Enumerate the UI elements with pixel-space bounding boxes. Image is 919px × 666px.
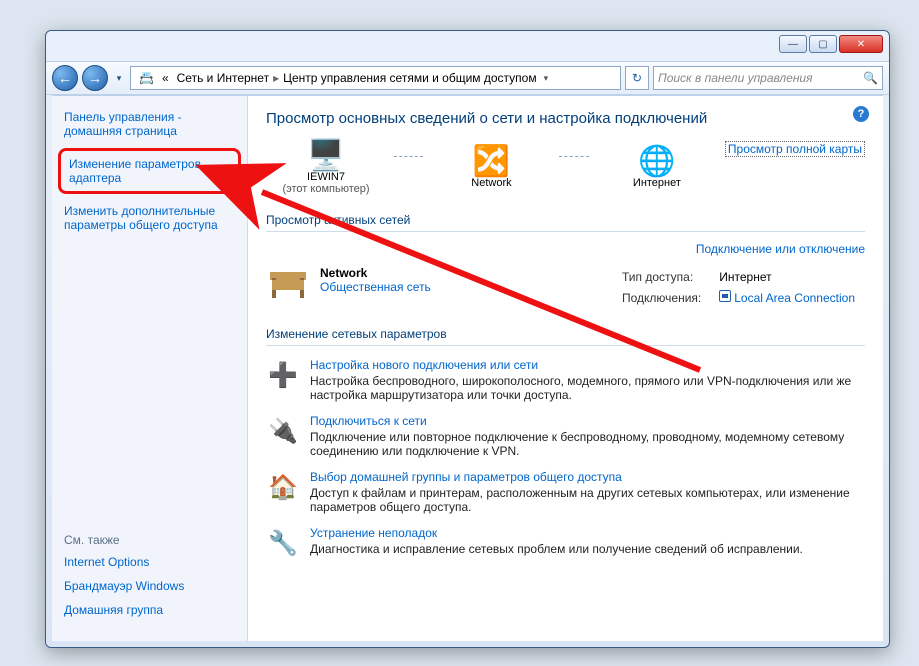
task-connect-network-desc: Подключение или повторное подключение к …: [310, 430, 865, 458]
network-name: Network: [320, 266, 431, 280]
network-map: 🖥️ IEWIN7 (этот компьютер) 🔀 Network 🌐 И…: [266, 141, 865, 195]
access-type-value: Интернет: [711, 268, 863, 286]
titlebar: — ▢ ✕: [46, 31, 889, 61]
breadcrumb-sharing-center[interactable]: Центр управления сетями и общим доступом: [279, 71, 541, 85]
breadcrumb-icon: 📇: [135, 71, 158, 85]
active-network-block: Network Общественная сеть Тип доступа: И…: [266, 266, 865, 309]
content-pane: ? Просмотр основных сведений о сети и на…: [248, 96, 883, 641]
forward-button[interactable]: →: [82, 65, 108, 91]
map-internet-name: Интернет: [633, 177, 681, 189]
troubleshoot-icon: 🔧: [266, 526, 300, 560]
sidebar: Панель управления - домашняя страница Из…: [52, 96, 248, 641]
globe-icon: 🌐: [638, 147, 675, 177]
change-settings-heading: Изменение сетевых параметров: [266, 327, 865, 341]
active-networks-heading: Просмотр активных сетей: [266, 213, 865, 227]
task-troubleshoot-link[interactable]: Устранение неполадок: [310, 526, 865, 540]
map-internet: 🌐 Интернет: [597, 147, 717, 189]
map-pc-name: IEWIN7: [307, 171, 345, 183]
close-button[interactable]: ✕: [839, 35, 883, 53]
breadcrumb-network[interactable]: Сеть и Интернет: [173, 71, 273, 85]
network-type-link[interactable]: Общественная сеть: [320, 280, 431, 294]
help-icon[interactable]: ?: [853, 106, 869, 122]
task-connect-network-link[interactable]: Подключиться к сети: [310, 414, 865, 428]
network-icon: 🔀: [473, 147, 510, 177]
sidebar-adapter-settings-link[interactable]: Изменение параметров адаптера: [58, 148, 241, 194]
map-pc-sub: (этот компьютер): [282, 183, 369, 195]
sidebar-firewall-link[interactable]: Брандмауэр Windows: [64, 579, 235, 593]
divider: [266, 231, 865, 232]
access-type-label: Тип доступа:: [614, 268, 709, 286]
page-title: Просмотр основных сведений о сети и наст…: [266, 110, 865, 127]
maximize-button[interactable]: ▢: [809, 35, 837, 53]
recent-pages-dropdown[interactable]: ▾: [112, 69, 126, 87]
window-frame: — ▢ ✕ ← → ▾ 📇 « Сеть и Интернет ▸ Центр …: [45, 30, 890, 648]
new-connection-icon: ➕: [266, 358, 300, 392]
task-new-connection-desc: Настройка беспроводного, широкополосного…: [310, 374, 865, 402]
map-network-name: Network: [471, 177, 511, 189]
breadcrumb-prefix: «: [158, 71, 173, 85]
address-bar[interactable]: 📇 « Сеть и Интернет ▸ Центр управления с…: [130, 66, 621, 90]
refresh-button[interactable]: ↻: [625, 66, 649, 90]
breadcrumb-dropdown[interactable]: ▾: [541, 73, 552, 84]
task-homegroup: 🏠 Выбор домашней группы и параметров общ…: [266, 470, 865, 514]
window-body: Панель управления - домашняя страница Из…: [52, 95, 883, 641]
map-connector: [559, 156, 588, 157]
homegroup-icon: 🏠: [266, 470, 300, 504]
minimize-button[interactable]: —: [779, 35, 807, 53]
connect-network-icon: 🔌: [266, 414, 300, 448]
view-full-map-link[interactable]: Просмотр полной карты: [725, 141, 865, 157]
connection-details: Тип доступа: Интернет Подключения: Local…: [612, 266, 865, 309]
sidebar-home-link[interactable]: Панель управления - домашняя страница: [64, 110, 235, 138]
ethernet-icon: [719, 290, 731, 302]
task-homegroup-link[interactable]: Выбор домашней группы и параметров общег…: [310, 470, 865, 484]
search-placeholder: Поиск в панели управления: [658, 71, 813, 85]
connections-label: Подключения:: [614, 288, 709, 307]
sidebar-homegroup-link[interactable]: Домашняя группа: [64, 603, 235, 617]
search-icon: 🔍: [863, 71, 878, 85]
sidebar-advanced-sharing-link[interactable]: Изменить дополнительные параметры общего…: [64, 204, 235, 232]
task-troubleshoot: 🔧 Устранение неполадок Диагностика и исп…: [266, 526, 865, 560]
sidebar-internet-options-link[interactable]: Internet Options: [64, 555, 235, 569]
task-new-connection: ➕ Настройка нового подключения или сети …: [266, 358, 865, 402]
navbar: ← → ▾ 📇 « Сеть и Интернет ▸ Центр управл…: [46, 61, 889, 95]
divider: [266, 345, 865, 346]
bench-icon: [266, 266, 310, 298]
computer-icon: 🖥️: [307, 141, 344, 171]
task-connect-network: 🔌 Подключиться к сети Подключение или по…: [266, 414, 865, 458]
connect-disconnect-row: Подключение или отключение: [266, 242, 865, 256]
task-troubleshoot-desc: Диагностика и исправление сетевых пробле…: [310, 542, 865, 556]
connection-link[interactable]: Local Area Connection: [711, 288, 863, 307]
map-this-pc: 🖥️ IEWIN7 (этот компьютер): [266, 141, 386, 195]
network-info: Network Общественная сеть: [320, 266, 431, 309]
map-network: 🔀 Network: [431, 147, 551, 189]
task-homegroup-desc: Доступ к файлам и принтерам, расположенн…: [310, 486, 865, 514]
back-button[interactable]: ←: [52, 65, 78, 91]
map-connector: [394, 156, 423, 157]
connect-disconnect-link[interactable]: Подключение или отключение: [696, 242, 865, 256]
sidebar-see-also-heading: См. также: [64, 533, 235, 547]
search-input[interactable]: Поиск в панели управления 🔍: [653, 66, 883, 90]
task-new-connection-link[interactable]: Настройка нового подключения или сети: [310, 358, 865, 372]
